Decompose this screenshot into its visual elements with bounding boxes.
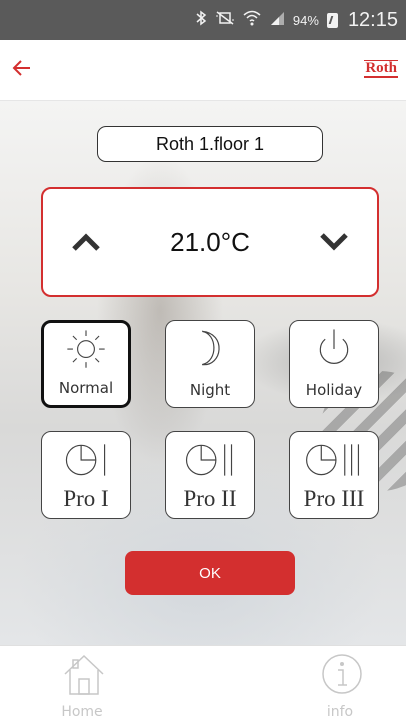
bluetooth-icon — [195, 10, 207, 31]
clock-program-2-icon — [185, 444, 233, 476]
signal-icon — [269, 10, 285, 31]
temperature-value: 21.0°C — [170, 227, 250, 257]
mode-holiday-button[interactable]: Holiday — [289, 320, 379, 408]
battery-percent: 94% — [292, 12, 319, 28]
nav-info[interactable]: info — [300, 650, 380, 720]
mode-normal-button[interactable]: Normal — [41, 320, 131, 408]
thermostat-panel: Roth 1.floor 1 21.0°C Normal Night Holid… — [0, 101, 406, 645]
clock: 12:15 — [347, 8, 398, 31]
temperature-down-button[interactable] — [309, 219, 359, 269]
sun-icon — [67, 330, 105, 368]
mode-label: Pro II — [183, 486, 237, 511]
mode-label: Normal — [58, 379, 114, 397]
temperature-control: 21.0°C — [41, 187, 379, 297]
mode-label: Pro III — [303, 486, 365, 511]
mode-pro1-button[interactable]: Pro I — [41, 431, 131, 519]
mute-icon — [215, 10, 235, 31]
back-arrow-icon — [12, 59, 32, 82]
mode-label: Night — [189, 381, 231, 399]
clock-program-3-icon — [306, 444, 360, 476]
wifi-icon — [243, 10, 261, 31]
chevron-up-icon — [71, 232, 101, 257]
mode-pro2-button[interactable]: Pro II — [165, 431, 255, 519]
back-button[interactable] — [0, 48, 44, 92]
moon-icon — [201, 330, 220, 366]
clock-program-1-icon — [65, 444, 106, 476]
bottom-navigation: Home info — [0, 645, 406, 721]
chevron-down-icon — [319, 232, 349, 257]
status-bar: 94% 12:15 — [0, 0, 406, 40]
nav-home-label: Home — [61, 704, 103, 720]
mode-pro3-button[interactable]: Pro III — [289, 431, 379, 519]
temperature-up-button[interactable] — [61, 219, 111, 269]
app-bar: Roth — [0, 40, 406, 101]
home-icon — [64, 654, 104, 695]
mode-night-button[interactable]: Night — [165, 320, 255, 408]
room-name-field[interactable]: Roth 1.floor 1 — [97, 126, 323, 162]
mode-label: Holiday — [305, 381, 363, 399]
mode-label: Pro I — [63, 486, 109, 511]
brand-logo: Roth — [364, 60, 398, 78]
ok-button[interactable]: OK — [125, 551, 295, 595]
info-icon — [322, 654, 362, 694]
battery-icon — [326, 12, 338, 28]
nav-home[interactable]: Home — [42, 650, 122, 720]
power-icon — [319, 329, 349, 364]
nav-info-label: info — [326, 704, 354, 720]
